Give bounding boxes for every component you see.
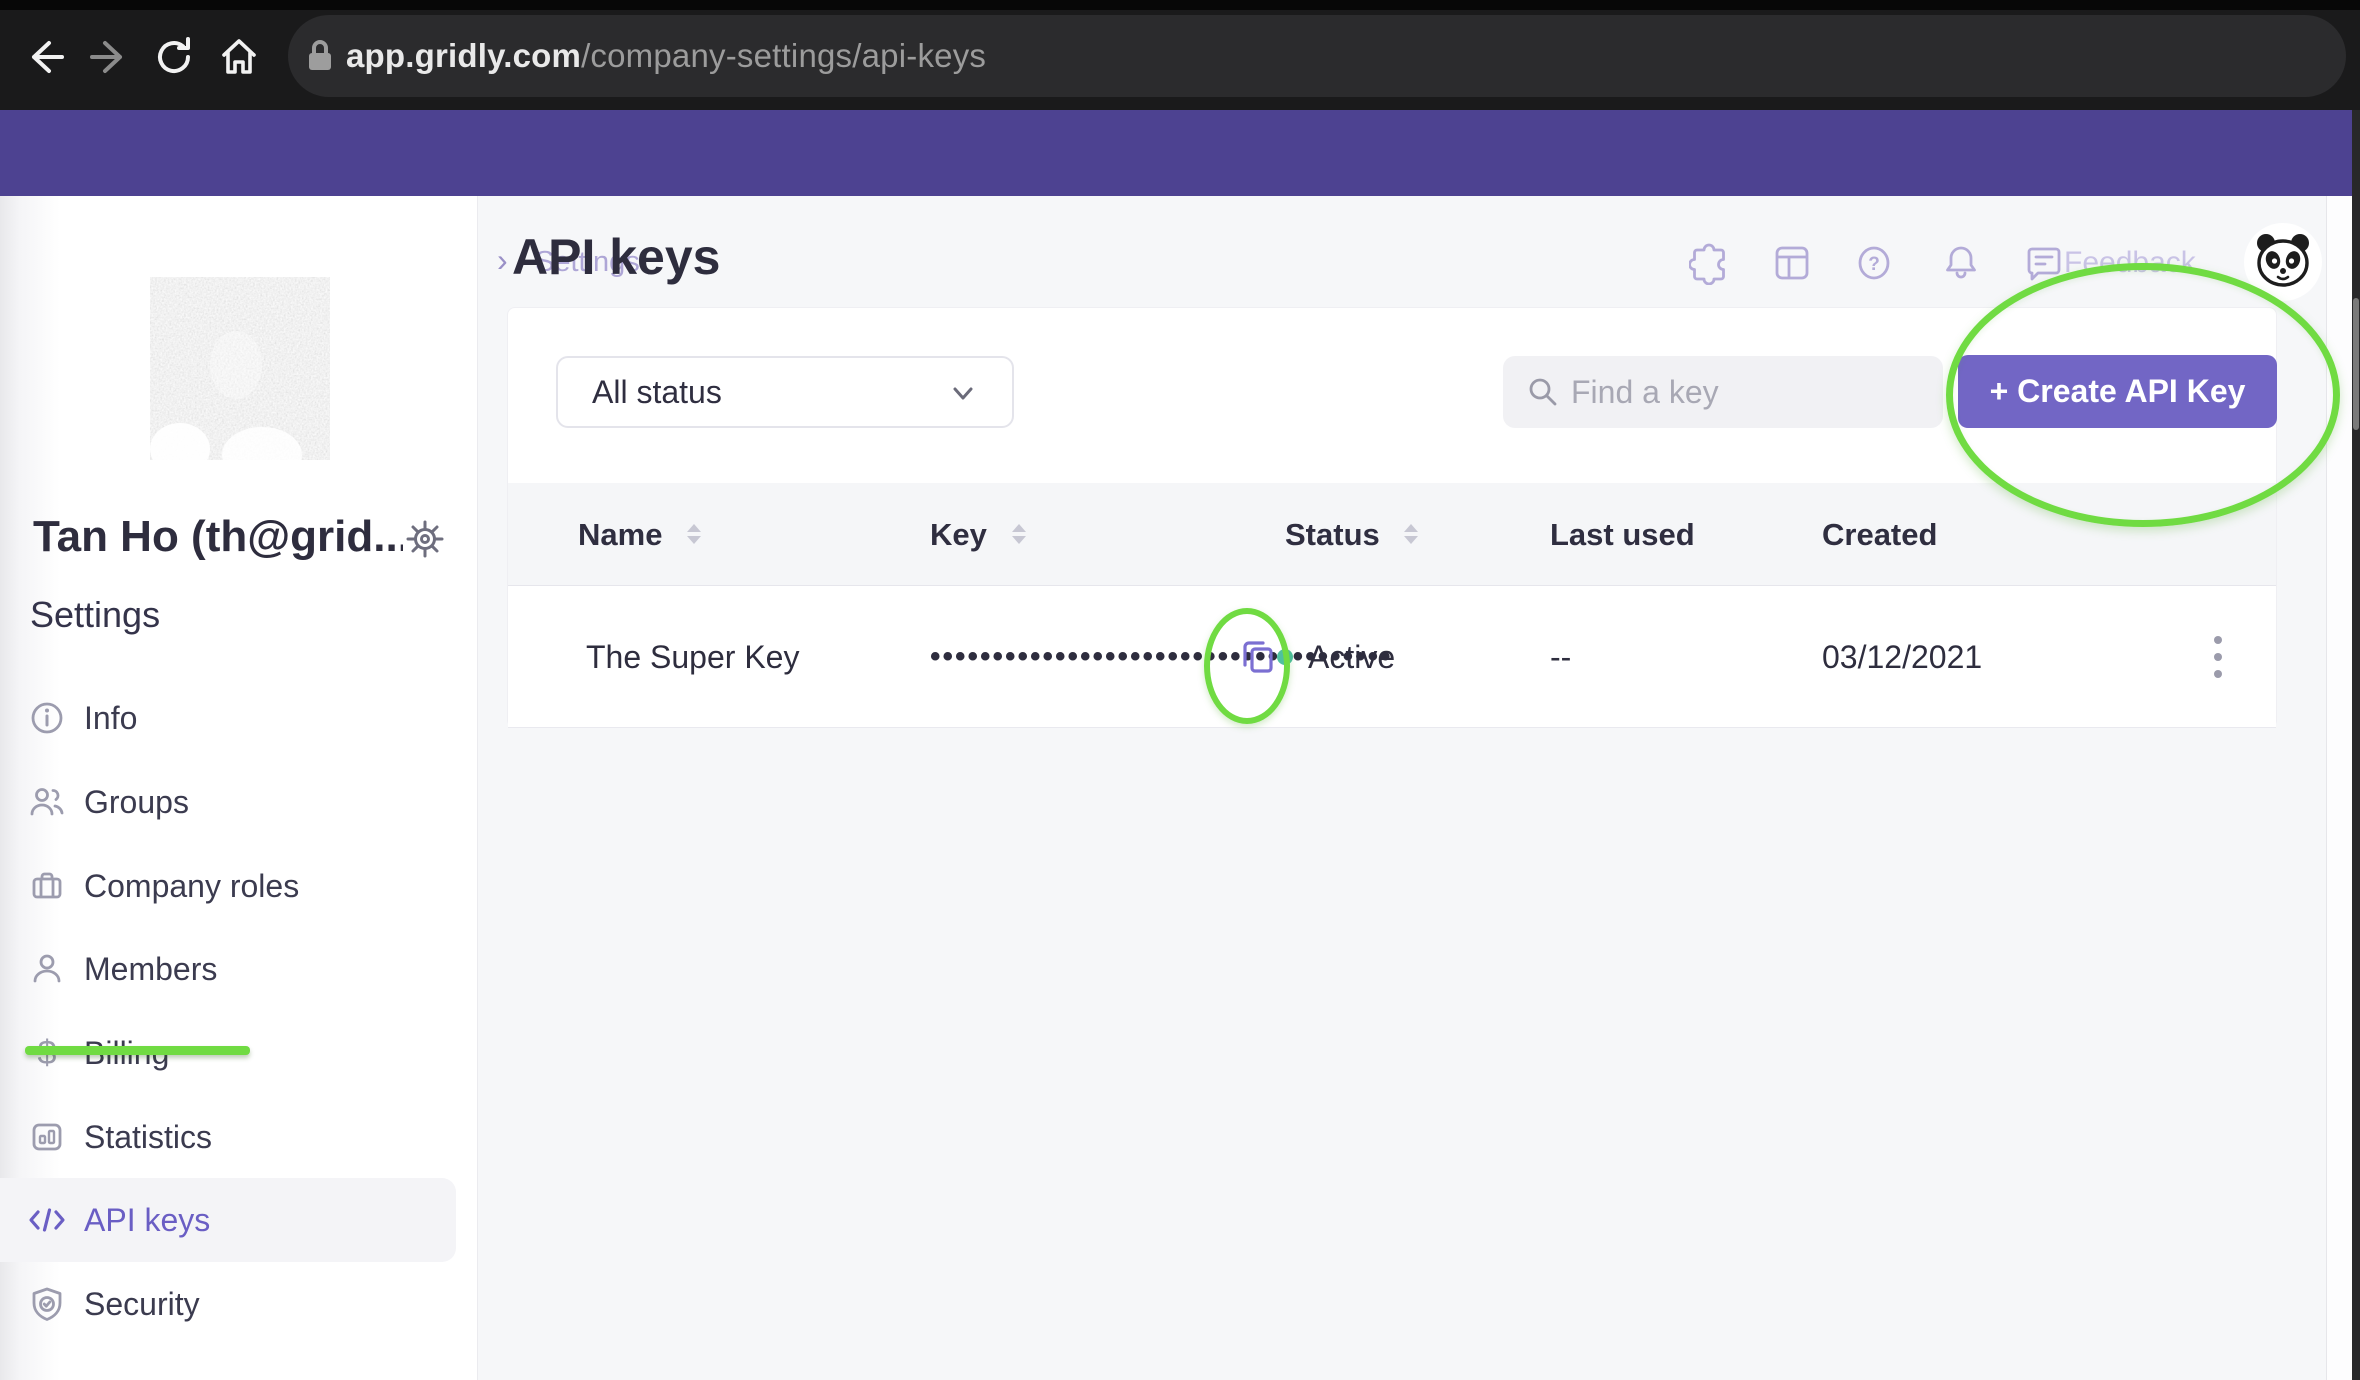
status-cell: Active	[1308, 586, 1395, 728]
sort-icon[interactable]	[1404, 524, 1418, 544]
kebab-menu-icon[interactable]	[2196, 626, 2240, 688]
url-host: app.gridly.com	[346, 37, 581, 74]
panda-icon	[2252, 233, 2314, 291]
sidebar-item-label: API keys	[84, 1178, 210, 1262]
sidebar-item-info[interactable]: Info	[0, 676, 477, 760]
status-filter-value: All status	[592, 374, 722, 411]
puzzle-icon[interactable]	[1689, 241, 1733, 285]
search-icon	[1525, 374, 1561, 410]
url-path: /company-settings/api-keys	[581, 37, 986, 74]
sidebar-item-groups[interactable]: Groups	[0, 760, 477, 844]
status-dot	[1277, 649, 1293, 665]
table-header: Name Key Status Last used Created	[508, 483, 2276, 586]
address-bar[interactable]: app.gridly.com/company-settings/api-keys	[288, 15, 2346, 97]
create-api-key-button[interactable]: + Create API Key	[1958, 355, 2277, 428]
briefcase-icon	[27, 866, 67, 906]
settings-sidebar: Tan Ho (th@grid... Settings Info Groups	[0, 196, 478, 1380]
sidebar-item-label: Info	[84, 676, 137, 760]
api-keys-card: All status + Create API Key Name Key Sta…	[507, 307, 2277, 728]
sort-icon[interactable]	[1012, 524, 1026, 544]
sort-icon[interactable]	[687, 524, 701, 544]
forward-icon[interactable]	[88, 35, 132, 79]
table-row[interactable]: The Super Key ••••••••••••••••••••••••••…	[508, 586, 2276, 728]
svg-text:?: ?	[1868, 254, 1880, 275]
layout-icon[interactable]	[1770, 241, 1814, 285]
sidebar-section-title: Settings	[30, 594, 160, 636]
page-title: API keys	[512, 228, 720, 286]
scrollbar-thumb[interactable]	[2353, 298, 2359, 430]
search-box[interactable]	[1503, 356, 1943, 428]
member-icon	[27, 949, 67, 989]
created-cell: 03/12/2021	[1822, 586, 1982, 728]
sidebar-item-label: Company roles	[84, 844, 299, 928]
sidebar-item-members[interactable]: Members	[0, 927, 477, 1011]
sidebar-item-label: Groups	[84, 760, 189, 844]
feedback-label[interactable]: Feedback	[2064, 246, 2196, 280]
feedback-icon[interactable]	[2022, 241, 2066, 285]
key-name-cell: The Super Key	[586, 586, 799, 728]
annotation-underline	[25, 1046, 250, 1055]
info-icon	[27, 698, 67, 738]
sidebar-item-company-roles[interactable]: Company roles	[0, 844, 477, 928]
lock-icon	[306, 39, 334, 73]
user-avatar[interactable]	[2244, 223, 2322, 301]
bell-icon[interactable]	[1939, 241, 1983, 285]
statistics-icon	[27, 1117, 67, 1157]
company-avatar-image	[150, 277, 330, 460]
sidebar-item-security[interactable]: Security	[0, 1262, 477, 1346]
last-used-cell: --	[1550, 586, 1571, 728]
reload-icon[interactable]	[152, 35, 196, 79]
breadcrumb-separator-icon: ›	[497, 242, 508, 279]
gear-icon[interactable]	[404, 518, 446, 560]
sidebar-item-label: Security	[84, 1262, 200, 1346]
sidebar-item-label: Members	[84, 927, 217, 1011]
column-header-key[interactable]: Key	[930, 483, 1026, 586]
browser-toolbar: app.gridly.com/company-settings/api-keys	[0, 0, 2360, 110]
back-icon[interactable]	[22, 35, 66, 79]
help-icon[interactable]: ?	[1852, 241, 1896, 285]
url-text: app.gridly.com/company-settings/api-keys	[346, 37, 986, 75]
shield-icon	[27, 1284, 67, 1324]
column-header-status[interactable]: Status	[1285, 483, 1418, 586]
scrollbar-track[interactable]	[2326, 196, 2353, 1380]
column-header-created: Created	[1822, 483, 1937, 586]
groups-icon	[27, 782, 67, 822]
sidebar-item-statistics[interactable]: Statistics	[0, 1095, 477, 1179]
home-icon[interactable]	[217, 35, 261, 79]
chevron-down-icon	[948, 380, 978, 406]
sidebar-item-label: Statistics	[84, 1095, 212, 1179]
user-name: Tan Ho (th@grid...	[33, 512, 403, 562]
code-icon	[27, 1200, 67, 1240]
app-header: Gridly Home › Settings ? Feedback	[0, 110, 2360, 196]
column-header-last-used: Last used	[1550, 483, 1695, 586]
column-header-name[interactable]: Name	[578, 483, 701, 586]
status-filter-dropdown[interactable]: All status	[556, 356, 1014, 428]
window-top-strip	[0, 0, 2360, 10]
sidebar-item-api-keys[interactable]: API keys	[0, 1178, 456, 1262]
search-input[interactable]	[1569, 373, 1873, 412]
